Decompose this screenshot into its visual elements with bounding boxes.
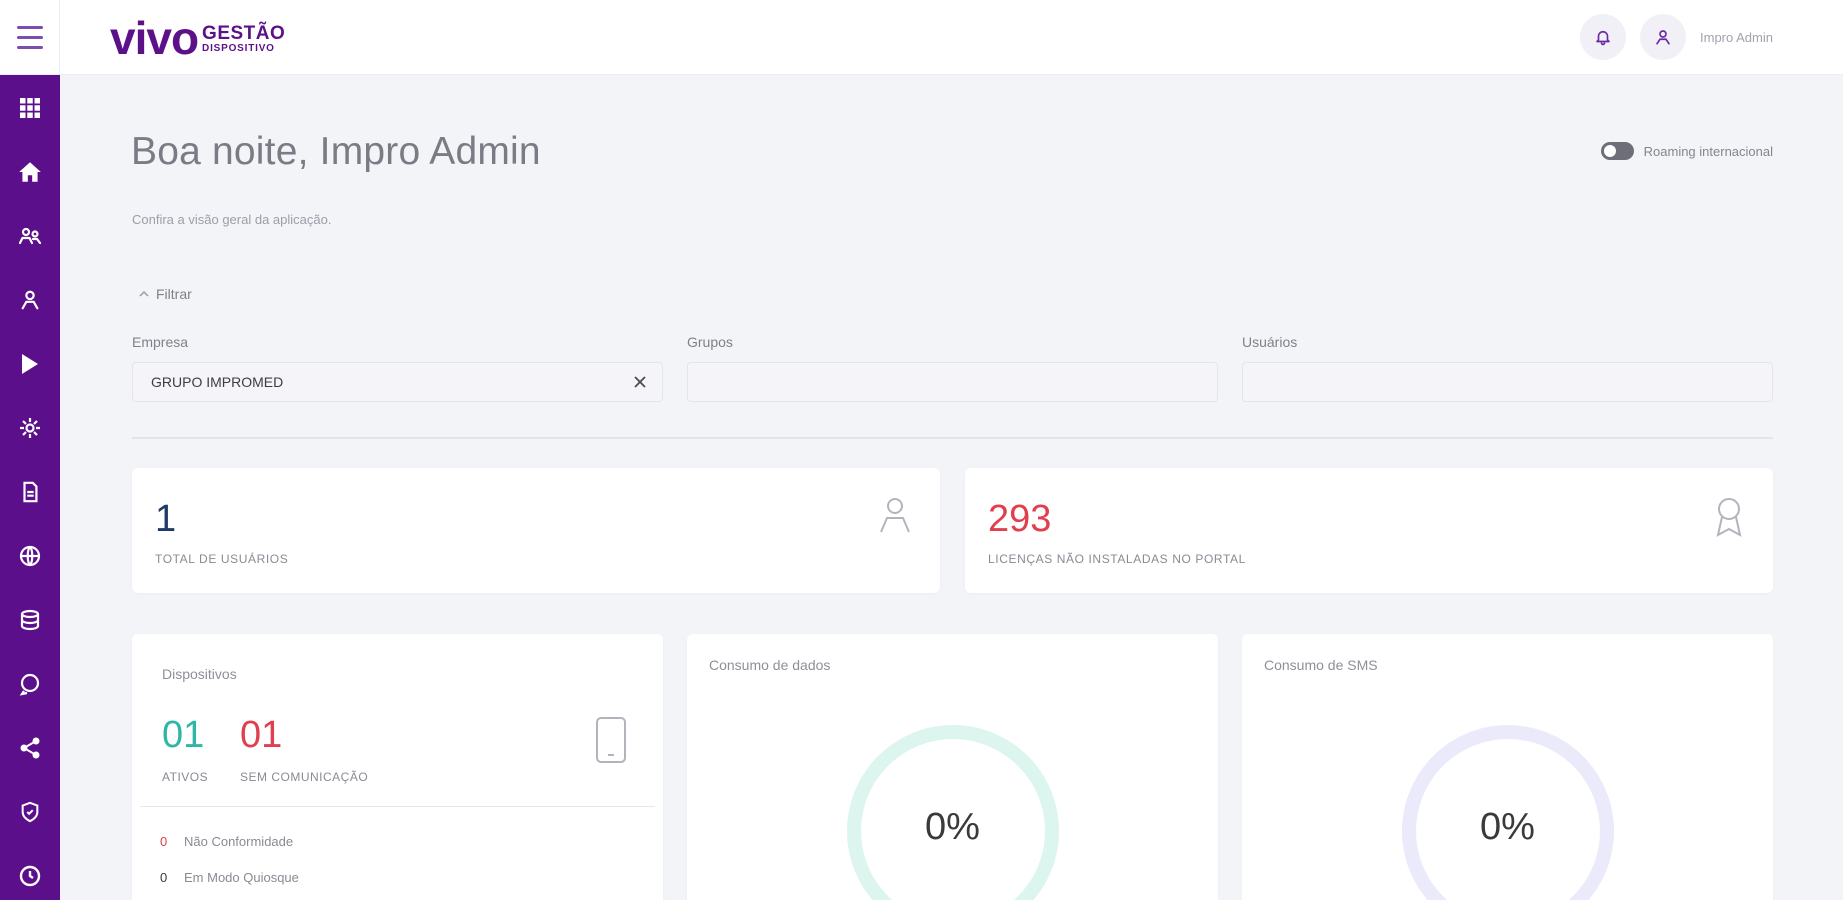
devices-card[interactable]: Dispositivos 01 ATIVOS 01 SEM COMUNICAÇÃ… — [132, 634, 663, 900]
award-icon — [1716, 498, 1742, 537]
groups-label: Grupos — [687, 334, 733, 350]
hamburger-menu-button[interactable] — [0, 0, 60, 75]
sidebar-item-users[interactable] — [0, 278, 60, 322]
user-icon — [1656, 30, 1670, 45]
total-users-card[interactable]: 1 TOTAL DE USUÁRIOS — [132, 468, 940, 593]
sidebar-item-messages[interactable] — [0, 662, 60, 706]
sms-usage-title: Consumo de SMS — [1264, 657, 1378, 673]
sidebar-item-security[interactable] — [0, 790, 60, 834]
licenses-card[interactable]: 293 LICENÇAS NÃO INSTALADAS NO PORTAL — [965, 468, 1773, 593]
list-item[interactable]: 0 Não Conformidade — [160, 834, 293, 849]
company-label: Empresa — [132, 334, 189, 350]
licenses-value: 293 — [988, 498, 1052, 540]
sidebar-item-apps[interactable] — [0, 86, 60, 130]
company-field[interactable] — [132, 362, 663, 402]
roaming-toggle[interactable]: Roaming internacional — [1600, 142, 1773, 160]
clear-company-button[interactable] — [630, 372, 650, 392]
filter-label: Filtrar — [156, 286, 192, 302]
data-usage-percent: 0% — [925, 806, 980, 848]
sidebar-item-share[interactable] — [0, 726, 60, 770]
groups-input[interactable] — [688, 363, 1217, 401]
document-icon — [23, 481, 38, 503]
toggle-switch[interactable] — [1600, 142, 1634, 160]
no-comm-devices-label: SEM COMUNICAÇÃO — [240, 770, 369, 784]
data-usage-card[interactable]: Consumo de dados 0% — [687, 634, 1218, 900]
bell-icon — [1596, 30, 1610, 46]
devices-title: Dispositivos — [162, 666, 237, 682]
logo-line-2: DISPOSITIVO — [202, 43, 275, 54]
no-comm-devices-value: 01 — [240, 714, 283, 756]
menu-line — [16, 26, 43, 29]
filter-collapse-toggle[interactable]: Filtrar — [138, 286, 192, 302]
roaming-label: Roaming internacional — [1643, 143, 1773, 159]
sms-usage-card[interactable]: Consumo de SMS 0% — [1242, 634, 1773, 900]
logo-line-1: GESTÃO — [202, 23, 286, 44]
non-compliance-label: Não Conformidade — [184, 834, 294, 849]
users-group-icon — [18, 227, 42, 245]
sidebar-item-history[interactable] — [0, 854, 60, 898]
chevron-up-icon — [139, 290, 149, 297]
company-input[interactable] — [133, 363, 662, 401]
sidebar-item-groups[interactable] — [0, 214, 60, 258]
logo-subtitle: GESTÃO DISPOSITIVO — [202, 24, 285, 54]
section-divider — [132, 437, 1773, 439]
chat-icon — [19, 673, 40, 696]
sidebar-item-globe[interactable] — [0, 534, 60, 578]
top-header: vivo GESTÃO DISPOSITIVO Impro Admin — [0, 0, 1843, 75]
play-store-icon — [22, 354, 38, 374]
notifications-button[interactable] — [1580, 14, 1627, 60]
user-avatar-button[interactable] — [1640, 14, 1687, 60]
kiosk-mode-label: Em Modo Quiosque — [184, 870, 299, 885]
non-compliance-count: 0 — [160, 834, 168, 849]
total-users-value: 1 — [155, 498, 177, 540]
user-icon — [21, 290, 39, 310]
active-devices-value: 01 — [162, 714, 205, 756]
sidebar-item-documents[interactable] — [0, 470, 60, 514]
sms-usage-gauge: 0% — [1399, 722, 1617, 900]
user-outline-icon — [880, 498, 910, 533]
sidebar-item-home[interactable] — [0, 150, 60, 194]
active-devices-label: ATIVOS — [162, 770, 209, 784]
data-usage-gauge: 0% — [844, 722, 1062, 900]
share-icon — [20, 737, 40, 759]
groups-field[interactable] — [687, 362, 1218, 402]
menu-line — [16, 36, 43, 39]
header-actions: Impro Admin — [1580, 14, 1773, 60]
licenses-label: LICENÇAS NÃO INSTALADAS NO PORTAL — [988, 552, 1246, 566]
sms-usage-percent: 0% — [1480, 806, 1535, 848]
logo-wordmark: vivo — [110, 12, 199, 64]
data-usage-title: Consumo de dados — [709, 657, 831, 673]
page-subtitle: Confira a visão geral da aplicação. — [132, 212, 332, 227]
sidebar-item-database[interactable] — [0, 598, 60, 642]
list-item[interactable]: 0 Em Modo Quiosque — [160, 870, 299, 885]
sidebar-item-play-store[interactable] — [0, 342, 60, 386]
apps-grid-icon — [20, 98, 40, 118]
home-icon — [19, 162, 41, 182]
kiosk-mode-count: 0 — [160, 870, 168, 885]
users-input[interactable] — [1243, 363, 1772, 401]
settings-icon — [20, 418, 40, 438]
users-label: Usuários — [1242, 334, 1298, 350]
total-users-label: TOTAL DE USUÁRIOS — [155, 552, 289, 566]
shield-icon — [21, 801, 39, 823]
brand-logo[interactable]: vivo GESTÃO DISPOSITIVO — [110, 14, 285, 62]
user-name[interactable]: Impro Admin — [1700, 30, 1773, 45]
sidebar-nav — [0, 75, 60, 900]
users-field[interactable] — [1242, 362, 1773, 402]
clock-icon — [19, 865, 41, 887]
page-title: Boa noite, Impro Admin — [131, 130, 541, 173]
sidebar-item-settings[interactable] — [0, 406, 60, 450]
database-icon — [20, 609, 40, 631]
close-icon — [634, 376, 646, 388]
globe-icon — [19, 545, 41, 567]
menu-line — [16, 46, 43, 49]
smartphone-icon — [596, 717, 626, 763]
card-divider — [140, 806, 655, 807]
